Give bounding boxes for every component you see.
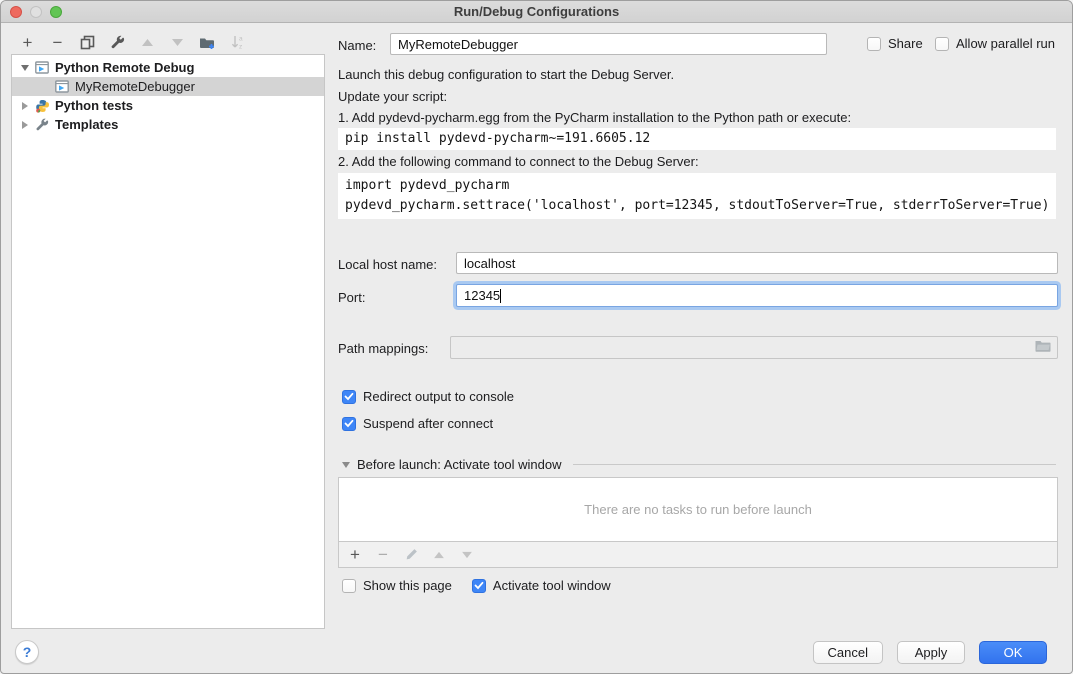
redirect-output-checkbox[interactable] (342, 390, 356, 404)
suspend-after-connect-row: Suspend after connect (342, 416, 493, 431)
python-tests-icon (35, 99, 50, 113)
intro-line-1: Launch this debug configuration to start… (338, 67, 674, 82)
folder-icon[interactable] (1035, 340, 1051, 355)
window-title: Run/Debug Configurations (1, 4, 1072, 19)
path-mappings-label: Path mappings: (338, 341, 428, 356)
chevron-down-icon[interactable] (18, 65, 32, 71)
settrace-code-block[interactable]: import pydevd_pycharm pydevd_pycharm.set… (338, 173, 1056, 219)
tree-item-label: Templates (55, 117, 118, 132)
redirect-output-row: Redirect output to console (342, 389, 514, 404)
share-checkbox-row: Share (867, 36, 923, 51)
before-launch-label: Before launch: Activate tool window (357, 457, 562, 472)
move-up-icon[interactable] (431, 544, 447, 565)
show-this-page-label: Show this page (363, 578, 452, 593)
allow-parallel-checkbox-row: Allow parallel run (935, 36, 1055, 51)
tree-item-python-tests[interactable]: Python tests (12, 96, 324, 115)
run-config-icon (55, 80, 70, 94)
dialog-buttons: Cancel Apply OK (813, 641, 1047, 664)
text-caret (500, 289, 501, 303)
task-list-toolbar: + − (338, 542, 1058, 568)
show-this-page-row: Show this page Activate tool window (342, 578, 611, 593)
activate-tool-window-label: Activate tool window (493, 578, 611, 593)
help-button[interactable]: ? (15, 640, 39, 664)
tree-item-python-remote-debug[interactable]: Python Remote Debug (12, 58, 324, 77)
before-launch-task-list[interactable]: There are no tasks to run before launch (338, 477, 1058, 542)
code-line-1: import pydevd_pycharm (345, 178, 509, 193)
intro-line-2: Update your script: (338, 89, 447, 104)
new-folder-icon[interactable] (197, 32, 218, 53)
step-2-text: 2. Add the following command to connect … (338, 154, 699, 169)
allow-parallel-run-label: Allow parallel run (956, 36, 1055, 51)
edit-icon[interactable] (403, 544, 419, 565)
svg-text:z: z (239, 44, 242, 51)
configurations-toolbar: + − az (17, 32, 248, 53)
share-checkbox[interactable] (867, 37, 881, 51)
chevron-right-icon[interactable] (18, 121, 32, 129)
add-icon[interactable]: + (17, 32, 38, 53)
move-down-icon[interactable] (167, 32, 188, 53)
header-rule (573, 464, 1056, 465)
tree-item-templates[interactable]: Templates (12, 115, 324, 134)
share-label: Share (888, 36, 923, 51)
tree-item-label: Python tests (55, 98, 133, 113)
pip-install-command[interactable]: pip install pydevd-pycharm~=191.6605.12 (338, 128, 1056, 150)
activate-tool-window-checkbox[interactable] (472, 579, 486, 593)
run-config-icon (35, 61, 50, 75)
port-input[interactable]: 12345 (456, 284, 1058, 307)
empty-task-list-message: There are no tasks to run before launch (584, 502, 812, 517)
before-launch-header[interactable]: Before launch: Activate tool window (342, 457, 1056, 472)
remove-icon[interactable]: − (375, 544, 391, 565)
local-host-name-label: Local host name: (338, 257, 437, 272)
tree-item-myremotedebugger[interactable]: MyRemoteDebugger (12, 77, 324, 96)
tree-item-label: Python Remote Debug (55, 60, 194, 75)
apply-button[interactable]: Apply (897, 641, 965, 664)
edit-icon[interactable] (107, 32, 128, 53)
configurations-tree: Python Remote Debug MyRemoteDebugger Pyt… (11, 54, 325, 629)
path-mappings-input[interactable] (450, 336, 1058, 359)
help-label: ? (23, 644, 32, 660)
svg-text:a: a (239, 36, 243, 43)
copy-icon[interactable] (77, 32, 98, 53)
redirect-output-label: Redirect output to console (363, 389, 514, 404)
move-down-icon[interactable] (459, 544, 475, 565)
name-label: Name: (338, 38, 376, 53)
cancel-button[interactable]: Cancel (813, 641, 883, 664)
tree-item-label: MyRemoteDebugger (75, 79, 195, 94)
show-this-page-checkbox[interactable] (342, 579, 356, 593)
allow-parallel-run-checkbox[interactable] (935, 37, 949, 51)
port-label: Port: (338, 290, 365, 305)
chevron-right-icon[interactable] (18, 102, 32, 110)
local-host-name-input[interactable] (456, 252, 1058, 274)
wrench-icon (35, 118, 50, 132)
suspend-after-connect-label: Suspend after connect (363, 416, 493, 431)
move-up-icon[interactable] (137, 32, 158, 53)
sort-alpha-icon[interactable]: az (227, 32, 248, 53)
ok-button[interactable]: OK (979, 641, 1047, 664)
suspend-after-connect-checkbox[interactable] (342, 417, 356, 431)
code-line-2: pydevd_pycharm.settrace('localhost', por… (345, 198, 1049, 213)
add-icon[interactable]: + (347, 544, 363, 565)
name-input[interactable] (390, 33, 827, 55)
port-value: 12345 (464, 288, 500, 303)
collapse-icon[interactable] (342, 462, 350, 468)
run-debug-configurations-dialog: Run/Debug Configurations + − az (0, 0, 1073, 674)
remove-icon[interactable]: − (47, 32, 68, 53)
title-bar: Run/Debug Configurations (1, 1, 1072, 23)
step-1-text: 1. Add pydevd-pycharm.egg from the PyCha… (338, 110, 851, 125)
